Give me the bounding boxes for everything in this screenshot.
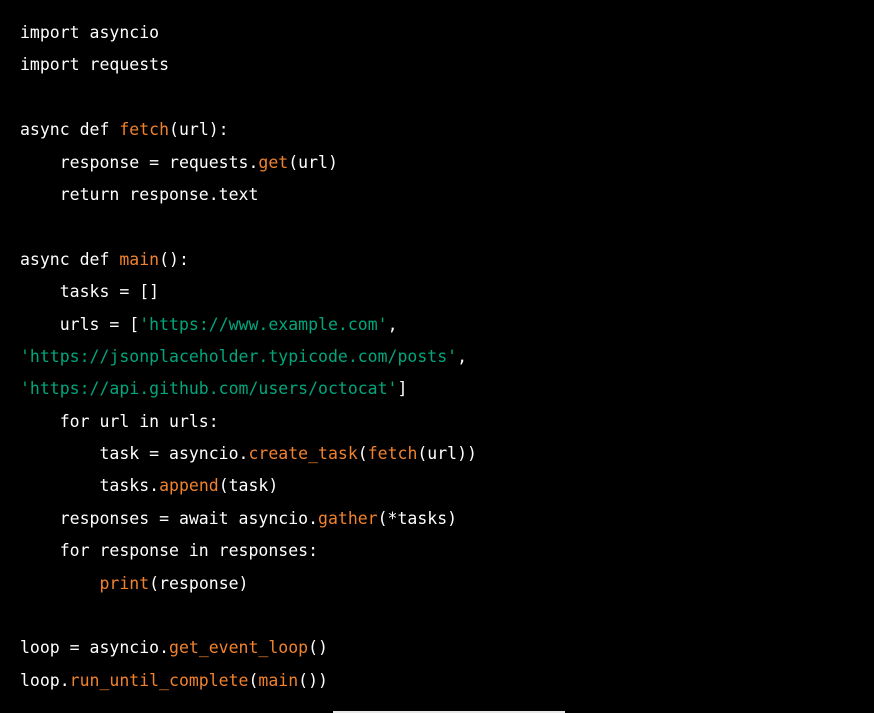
- function-name: append: [159, 476, 219, 496]
- code-text: task = asyncio.: [20, 444, 249, 464]
- code-text: tasks.: [20, 476, 160, 496]
- code-text: ()): [298, 670, 328, 690]
- function-name: run_until_complete: [69, 670, 249, 690]
- code-text: ,: [457, 346, 468, 366]
- string-literal: 'https://www.example.com': [139, 314, 388, 334]
- code-line: responses = await asyncio.gather(*tasks): [20, 506, 874, 538]
- code-lines: import asyncio import requests async def f…: [20, 20, 874, 700]
- function-name: get: [258, 152, 289, 172]
- function-name: main: [119, 249, 160, 269]
- code-text: response = requests.: [20, 152, 259, 172]
- code-line: tasks.append(task): [20, 473, 874, 505]
- code-text: (response): [149, 573, 249, 593]
- code-text: (task): [218, 476, 279, 496]
- code-text: ]: [397, 379, 408, 399]
- code-text: async def: [20, 120, 120, 140]
- function-name: fetch: [367, 444, 418, 464]
- code-line: import requests: [20, 52, 874, 84]
- code-text: for url in urls:: [20, 411, 219, 431]
- code-line: loop.run_until_complete(main()): [20, 668, 874, 700]
- code-line: 'https://api.github.com/users/octocat']: [20, 376, 874, 408]
- string-literal: 'https://jsonplaceholder.typicode.com/po…: [20, 346, 458, 366]
- function-name: fetch: [119, 120, 170, 140]
- code-text: (url)): [417, 444, 477, 464]
- code-line: return response.text: [20, 182, 874, 214]
- function-name: create_task: [248, 444, 358, 464]
- code-text: responses = await asyncio.: [20, 508, 319, 528]
- code-text: (: [248, 670, 259, 690]
- code-text: (: [357, 444, 368, 464]
- code-line: print(response): [20, 571, 874, 603]
- code-line: for response in responses:: [20, 538, 874, 570]
- code-text: loop = asyncio.: [20, 638, 170, 658]
- code-text: ():: [159, 249, 189, 269]
- code-line: async def fetch(url):: [20, 117, 874, 149]
- code-block: import asyncio import requests async def f…: [0, 0, 874, 713]
- string-literal: 'https://api.github.com/users/octocat': [20, 379, 398, 399]
- code-text: (url): [288, 152, 338, 172]
- code-line: response = requests.get(url): [20, 150, 874, 182]
- function-name: main: [258, 670, 299, 690]
- code-text: import requests: [20, 55, 170, 75]
- code-line: task = asyncio.create_task(fetch(url)): [20, 441, 874, 473]
- code-text: import asyncio: [20, 23, 160, 42]
- code-line: tasks = []: [20, 279, 874, 311]
- code-text: (): [308, 638, 328, 658]
- code-text: ,: [387, 314, 398, 334]
- code-line: async def main():: [20, 247, 874, 279]
- code-text: urls = [: [20, 314, 140, 334]
- code-line: loop = asyncio.get_event_loop(): [20, 635, 874, 667]
- function-name: get_event_loop: [169, 638, 309, 658]
- code-text: tasks = []: [20, 282, 160, 302]
- code-text: (*tasks): [377, 508, 458, 528]
- function-name: print: [99, 573, 150, 593]
- code-line: urls = ['https://www.example.com',: [20, 312, 874, 344]
- code-line: import asyncio: [20, 20, 874, 52]
- code-text: (url):: [169, 120, 229, 140]
- function-name: gather: [318, 508, 378, 528]
- code-text: async def: [20, 249, 120, 269]
- code-line: for url in urls:: [20, 409, 874, 441]
- code-text: return response.text: [20, 184, 259, 204]
- code-line: 'https://jsonplaceholder.typicode.com/po…: [20, 344, 874, 376]
- code-text: loop.: [20, 670, 70, 690]
- code-text: for response in responses:: [20, 541, 319, 561]
